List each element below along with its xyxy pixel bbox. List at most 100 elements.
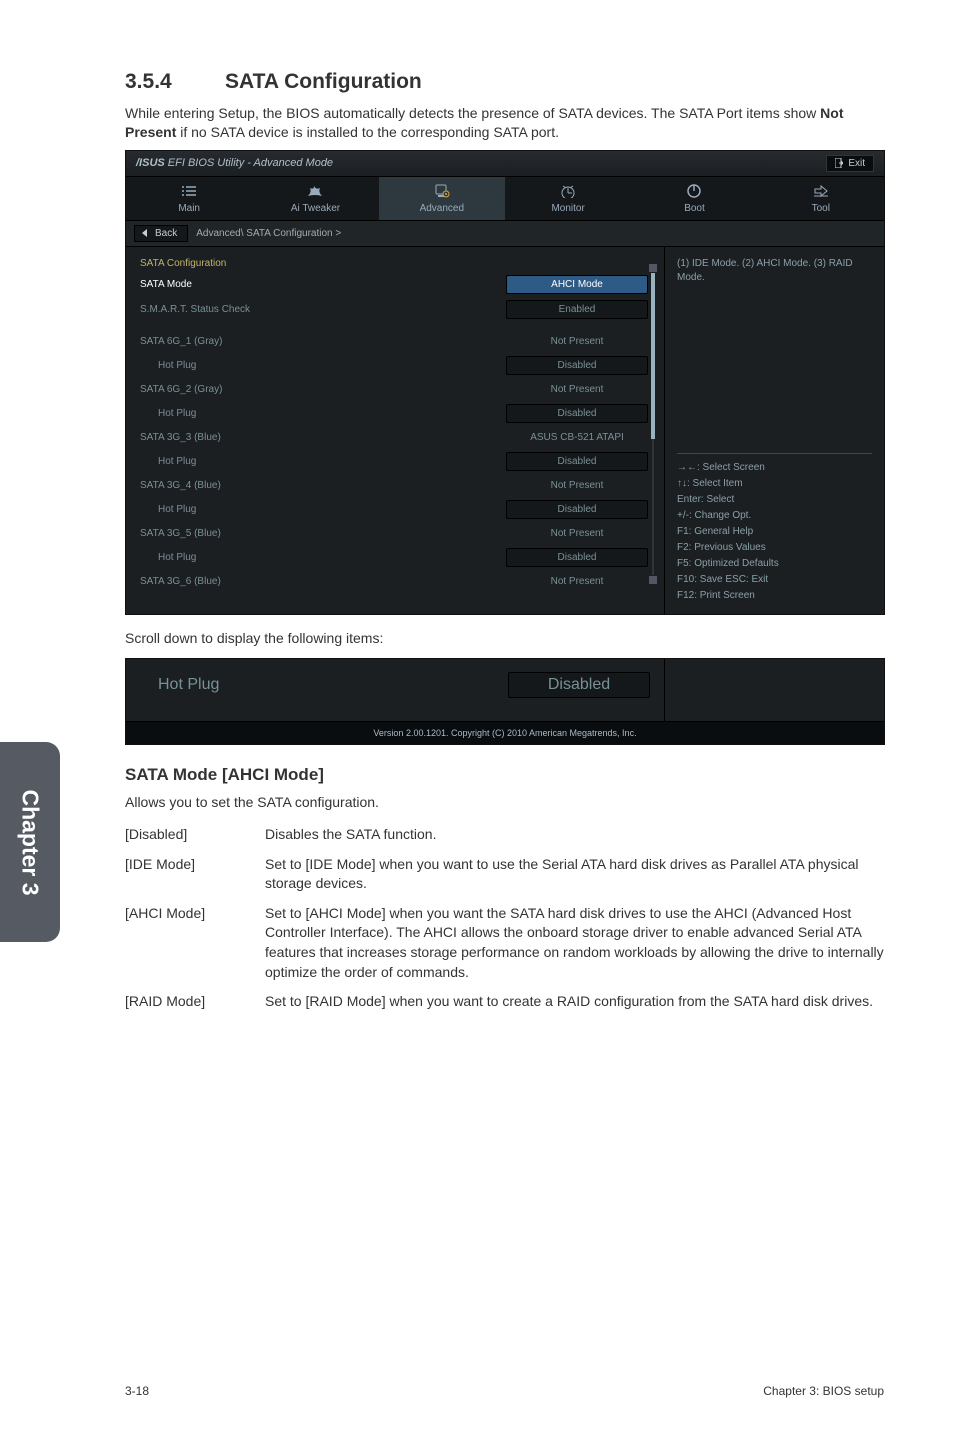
setting-row[interactable]: SATA 3G_5 (Blue)Not Present — [140, 522, 648, 545]
exit-icon — [835, 158, 843, 168]
bios-panel: /ISUS EFI BIOS Utility - Advanced Mode E… — [125, 150, 885, 615]
setting-value[interactable]: AHCI Mode — [506, 275, 648, 294]
setting-label: Hot Plug — [158, 360, 506, 371]
help-line: ↑↓: Select Item — [677, 476, 872, 492]
setting-value: Not Present — [506, 573, 648, 590]
scroll-thumb[interactable] — [651, 273, 655, 439]
setting-row[interactable]: SATA Configuration — [140, 255, 648, 272]
bios-snippet: Hot Plug Disabled Version 2.00.1201. Cop… — [125, 658, 885, 745]
tab-label: Boot — [635, 203, 753, 214]
tab-icon — [130, 183, 248, 199]
definition-key: [Disabled] — [125, 825, 265, 845]
scroll-down-icon[interactable] — [649, 576, 657, 584]
tab-label: Monitor — [509, 203, 627, 214]
setting-value: ASUS CB-521 ATAPI — [506, 429, 648, 446]
setting-row[interactable]: SATA 3G_3 (Blue)ASUS CB-521 ATAPI — [140, 426, 648, 449]
scroll-note: Scroll down to display the following ite… — [125, 629, 884, 649]
exit-button[interactable]: Exit — [826, 155, 874, 172]
help-line: F5: Optimized Defaults — [677, 556, 872, 572]
tab-label: Ai Tweaker — [256, 203, 374, 214]
tab-main[interactable]: Main — [126, 177, 252, 220]
setting-value: Not Present — [506, 381, 648, 398]
setting-value[interactable]: Disabled — [506, 452, 648, 471]
setting-row[interactable]: Hot PlugDisabled — [140, 353, 648, 378]
scroll-up-icon[interactable] — [649, 264, 657, 272]
setting-value: Not Present — [506, 333, 648, 350]
definition-value: Set to [IDE Mode] when you want to use t… — [265, 855, 884, 894]
setting-label: Hot Plug — [158, 552, 506, 563]
subsection-desc: Allows you to set the SATA configuration… — [125, 793, 884, 813]
help-line: F1: General Help — [677, 524, 872, 540]
tab-label: Tool — [762, 203, 880, 214]
setting-row[interactable]: Hot PlugDisabled — [140, 449, 648, 474]
setting-row[interactable]: Hot PlugDisabled — [140, 545, 648, 570]
breadcrumb-path: Advanced\ SATA Configuration > — [196, 228, 341, 239]
help-line: F10: Save ESC: Exit — [677, 572, 872, 588]
back-arrow-icon — [141, 229, 151, 237]
setting-label: Hot Plug — [158, 456, 506, 467]
tab-label: Advanced — [383, 203, 501, 214]
help-line: F12: Print Screen — [677, 588, 872, 604]
snippet-row[interactable]: Hot Plug Disabled — [140, 669, 650, 701]
tab-label: Main — [130, 203, 248, 214]
setting-label: SATA 3G_3 (Blue) — [140, 432, 506, 443]
definition-row: [Disabled]Disables the SATA function. — [125, 825, 884, 845]
setting-label: Hot Plug — [158, 504, 506, 515]
back-button[interactable]: Back — [134, 225, 188, 242]
tab-icon — [635, 183, 753, 199]
footer-page-number: 3-18 — [125, 1384, 149, 1398]
setting-label: SATA Configuration — [140, 258, 648, 269]
back-label: Back — [155, 228, 177, 239]
setting-label: Hot Plug — [158, 408, 506, 419]
tab-icon — [509, 183, 627, 199]
setting-value[interactable]: Disabled — [506, 404, 648, 423]
setting-row[interactable]: Hot PlugDisabled — [140, 497, 648, 522]
snippet-row-value[interactable]: Disabled — [508, 672, 650, 698]
setting-row[interactable]: SATA 3G_4 (Blue)Not Present — [140, 474, 648, 497]
setting-value[interactable]: Disabled — [506, 500, 648, 519]
setting-label: SATA 3G_4 (Blue) — [140, 480, 506, 491]
definition-value: Disables the SATA function. — [265, 825, 884, 845]
tab-monitor[interactable]: Monitor — [505, 177, 631, 220]
help-line: →←: Select Screen — [677, 460, 872, 476]
snippet-row-label: Hot Plug — [158, 676, 508, 694]
version-line: Version 2.00.1201. Copyright (C) 2010 Am… — [126, 721, 884, 744]
setting-row[interactable]: SATA ModeAHCI Mode — [140, 272, 648, 297]
scrollbar[interactable] — [648, 255, 658, 593]
tab-boot[interactable]: Boot — [631, 177, 757, 220]
setting-value[interactable]: Disabled — [506, 548, 648, 567]
definition-row: [IDE Mode]Set to [IDE Mode] when you wan… — [125, 855, 884, 894]
setting-label: SATA Mode — [140, 279, 506, 290]
setting-row[interactable]: SATA 6G_2 (Gray)Not Present — [140, 378, 648, 401]
setting-value: Not Present — [506, 525, 648, 542]
setting-label: SATA 6G_1 (Gray) — [140, 336, 506, 347]
tab-advanced[interactable]: Advanced — [379, 177, 505, 220]
setting-row[interactable]: SATA 6G_1 (Gray)Not Present — [140, 330, 648, 353]
setting-label: SATA 3G_6 (Blue) — [140, 576, 506, 587]
setting-value[interactable]: Enabled — [506, 300, 648, 319]
info-panel-text: (1) IDE Mode. (2) AHCI Mode. (3) RAID Mo… — [677, 257, 872, 447]
tab-icon — [383, 183, 501, 199]
tab-icon — [256, 183, 374, 199]
setting-row[interactable]: SATA 3G_6 (Blue)Not Present — [140, 570, 648, 593]
setting-row[interactable]: Hot PlugDisabled — [140, 401, 648, 426]
definition-value: Set to [AHCI Mode] when you want the SAT… — [265, 904, 884, 982]
setting-value[interactable]: Disabled — [506, 356, 648, 375]
definition-key: [IDE Mode] — [125, 855, 265, 894]
help-line: Enter: Select — [677, 492, 872, 508]
setting-label: S.M.A.R.T. Status Check — [140, 304, 506, 315]
setting-row — [140, 322, 648, 330]
help-line: +/-: Change Opt. — [677, 508, 872, 524]
definition-row: [AHCI Mode]Set to [AHCI Mode] when you w… — [125, 904, 884, 982]
setting-value: Not Present — [506, 477, 648, 494]
help-line: F2: Previous Values — [677, 540, 872, 556]
intro-text: While entering Setup, the BIOS automatic… — [125, 104, 884, 142]
setting-row[interactable]: S.M.A.R.T. Status CheckEnabled — [140, 297, 648, 322]
definition-row: [RAID Mode]Set to [RAID Mode] when you w… — [125, 992, 884, 1012]
definition-value: Set to [RAID Mode] when you want to crea… — [265, 992, 884, 1012]
scroll-track[interactable] — [652, 273, 654, 575]
definition-key: [AHCI Mode] — [125, 904, 265, 982]
tab-tool[interactable]: Tool — [758, 177, 884, 220]
tab-icon — [762, 183, 880, 199]
tab-ai-tweaker[interactable]: Ai Tweaker — [252, 177, 378, 220]
